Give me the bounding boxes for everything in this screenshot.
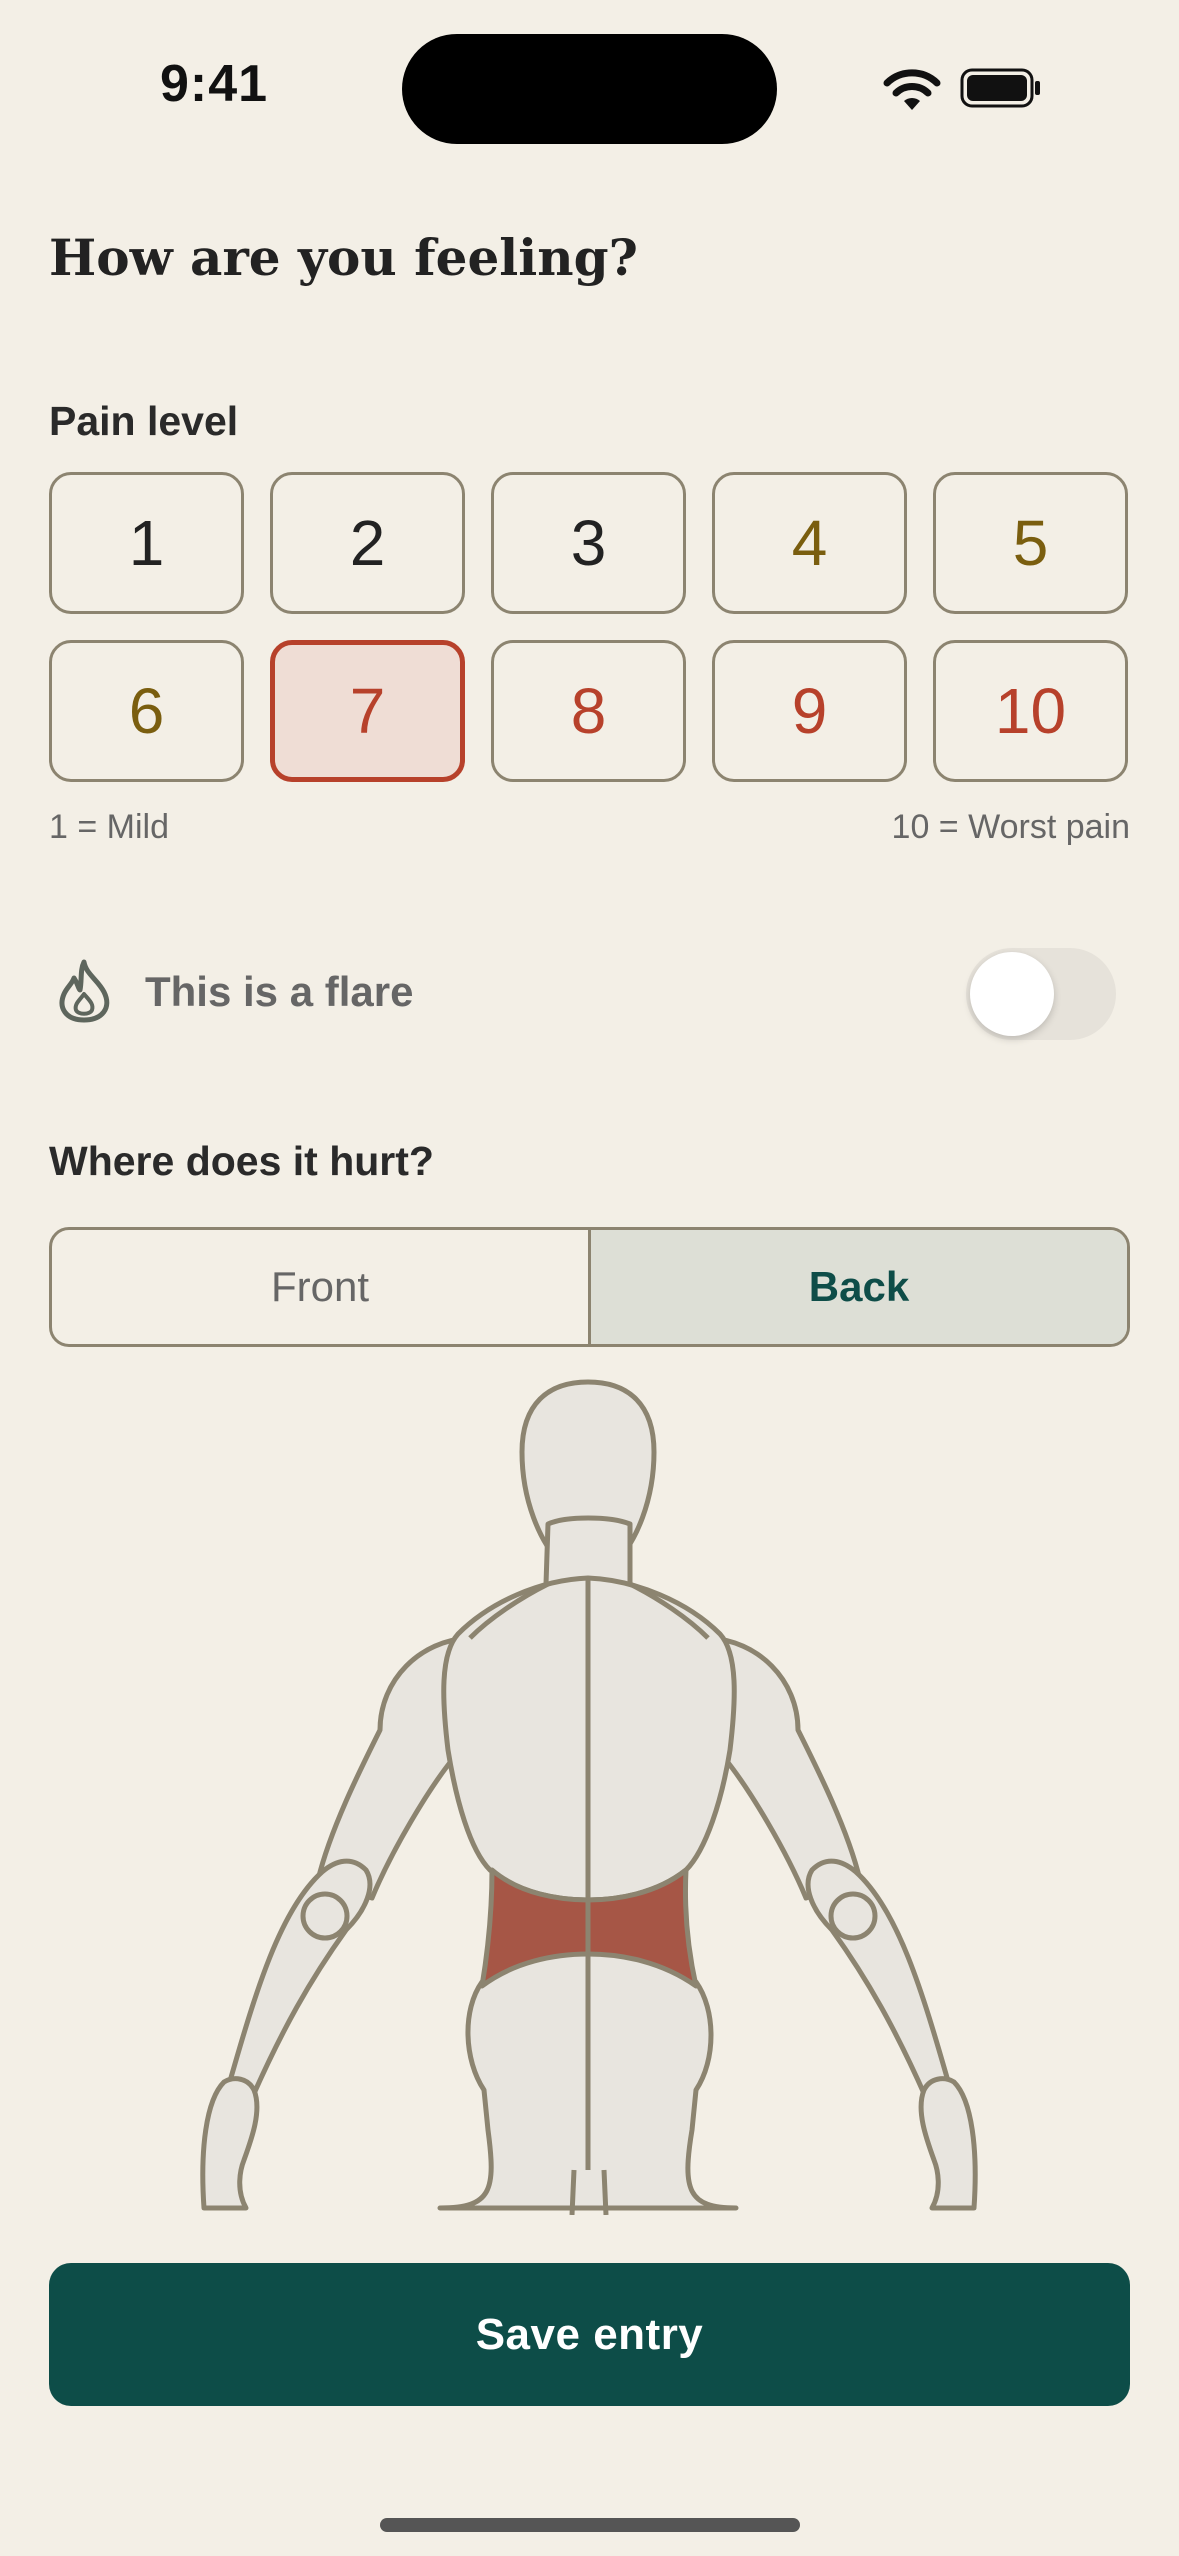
pain-level-8[interactable]: 8 [491, 640, 686, 782]
pain-level-3[interactable]: 3 [491, 472, 686, 614]
home-indicator [380, 2518, 800, 2532]
pain-level-7[interactable]: 7 [270, 640, 465, 782]
where-hurt-label: Where does it hurt? [49, 1138, 434, 1184]
flare-label: This is a flare [145, 968, 414, 1015]
left-elbow [300, 1891, 350, 1941]
pain-level-label: Pain level [49, 398, 239, 444]
body-region-neck[interactable] [543, 1515, 633, 1587]
pain-entry-screen: 9:41 How are you feeling? Pain level 1 2… [0, 0, 1179, 2556]
pain-level-6[interactable]: 6 [49, 640, 244, 782]
wifi-icon [883, 69, 941, 110]
tab-front[interactable]: Front [52, 1230, 588, 1344]
body-region-left-forearm[interactable] [225, 1858, 373, 2101]
flare-toggle-knob [970, 952, 1054, 1036]
scale-max-hint: 10 = Worst pain [891, 808, 1130, 846]
body-region-right-hand[interactable] [918, 2076, 978, 2211]
battery-icon [960, 68, 1040, 108]
status-time: 9:41 [160, 55, 269, 113]
pain-level-10[interactable]: 10 [933, 640, 1128, 782]
right-elbow [828, 1891, 878, 1941]
flare-toggle[interactable] [966, 948, 1116, 1040]
pain-level-4[interactable]: 4 [712, 472, 907, 614]
pain-level-1[interactable]: 1 [49, 472, 244, 614]
scale-min-hint: 1 = Mild [49, 808, 169, 846]
body-map-back [200, 1379, 978, 2215]
view-segmented-control: Front Back [49, 1227, 1130, 1347]
body-region-left-hand[interactable] [200, 2076, 260, 2211]
pain-level-9[interactable]: 9 [712, 640, 907, 782]
page-title: How are you feeling? [49, 228, 638, 287]
body-region-right-forearm[interactable] [805, 1858, 953, 2101]
flame-icon [59, 959, 110, 1023]
save-entry-button[interactable]: Save entry [49, 2263, 1130, 2406]
pain-level-2[interactable]: 2 [270, 472, 465, 614]
tab-back[interactable]: Back [588, 1230, 1127, 1344]
pain-level-grid: 1 2 3 4 5 6 7 8 9 10 [49, 472, 1128, 782]
pain-level-5[interactable]: 5 [933, 472, 1128, 614]
dynamic-island [402, 34, 777, 144]
